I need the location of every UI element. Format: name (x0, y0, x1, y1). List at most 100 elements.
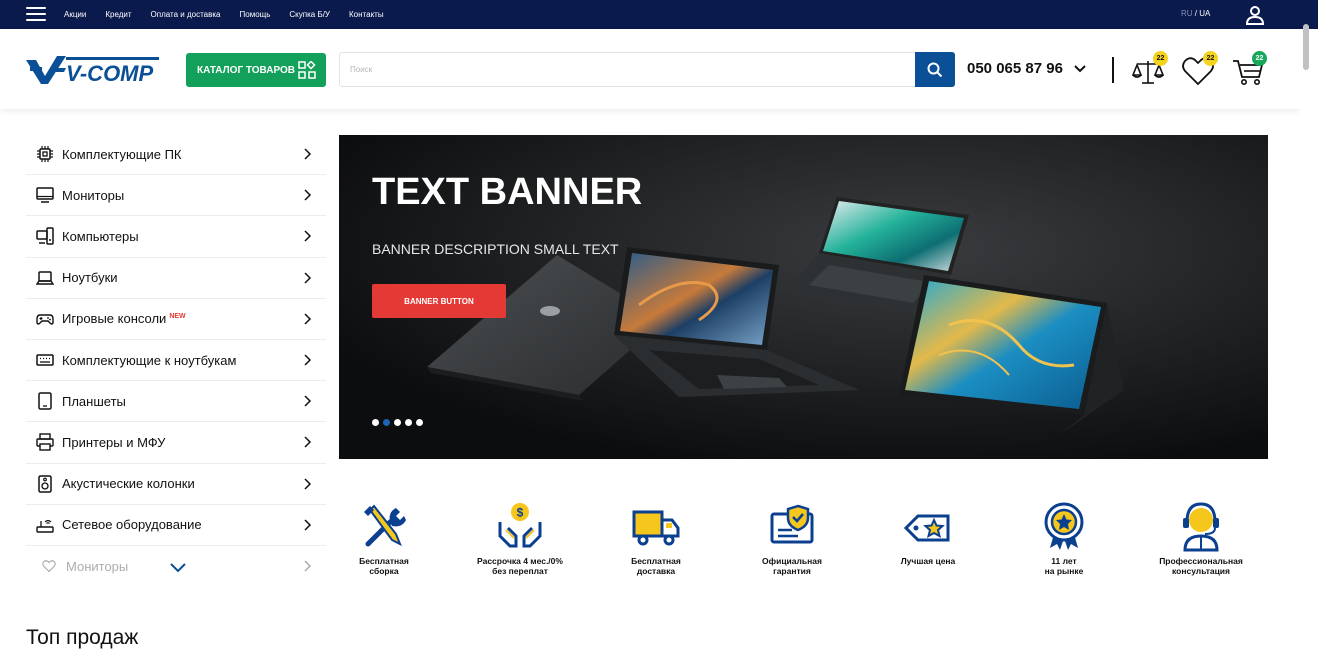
warranty-shield-icon (770, 504, 814, 544)
search-input[interactable] (339, 52, 916, 87)
top-sales-heading: Топ продаж (26, 626, 139, 649)
svg-text:$: $ (517, 506, 524, 520)
phone-number[interactable]: 050 065 87 96 (967, 60, 1063, 77)
chevron-right-icon (304, 395, 312, 407)
search-button[interactable] (915, 52, 955, 87)
feature-label: Официальная гарантия (762, 556, 822, 576)
chevron-right-icon (304, 354, 312, 366)
top-link-credit[interactable]: Кредит (105, 10, 131, 19)
chevron-right-icon (304, 519, 312, 531)
installment-icon: $ (498, 503, 542, 548)
sidebar-item-label: Мониторы (66, 558, 129, 574)
chevron-right-icon (304, 313, 312, 325)
chevron-right-icon (304, 189, 312, 201)
heart-icon (42, 560, 56, 573)
compare-count-badge: 22 (1153, 51, 1168, 66)
sidebar-item-label: Акустические колонки (62, 476, 195, 492)
top-link-contacts[interactable]: Контакты (349, 10, 384, 19)
sidebar-item-label: Сетевое оборудование (62, 517, 202, 533)
banner-description: BANNER DESCRIPTION SMALL TEXT (372, 241, 619, 257)
award-badge-icon (1044, 502, 1084, 550)
sidebar-item-label: Компьютеры (62, 228, 139, 244)
hamburger-menu-icon[interactable] (26, 6, 46, 22)
slider-dot[interactable] (394, 419, 401, 426)
scrollbar-track[interactable] (1300, 29, 1318, 652)
chevron-right-icon (304, 148, 312, 160)
monitor-icon (36, 187, 54, 203)
top-link-promotions[interactable]: Акции (64, 10, 86, 19)
slider-dot[interactable] (416, 419, 423, 426)
price-tag-icon (904, 514, 950, 542)
feature-label: Рассрочка 4 мес./0% без переплат (477, 556, 563, 576)
slider-dot[interactable] (372, 419, 379, 426)
slider-dot-active[interactable] (383, 419, 390, 426)
feature-years-on-market: 11 лет на рынке (1004, 500, 1124, 576)
site-logo[interactable]: V-COMP (26, 54, 160, 86)
feature-label: Бесплатная сборка (359, 556, 409, 576)
sidebar-item-laptop-parts[interactable]: Комплектующие к ноутбукам (26, 340, 326, 382)
feature-free-assembly: Бесплатная сборка (324, 500, 444, 576)
compare-button[interactable]: 22 (1130, 51, 1168, 89)
sidebar-item-speakers[interactable]: Акустические колонки (26, 464, 326, 505)
desktop-computer-icon (36, 227, 54, 246)
top-bar: Акции Кредит Оплата и доставка Помощь Ск… (0, 0, 1318, 29)
sidebar-item-printers[interactable]: Принтеры и МФУ (26, 422, 326, 464)
feature-label: 11 лет на рынке (1044, 556, 1084, 576)
sidebar-item-text: Игровые консоли (62, 311, 167, 327)
cart-button[interactable]: 22 (1230, 51, 1267, 89)
chevron-right-icon (304, 477, 312, 490)
sidebar-item-tablets[interactable]: Планшеты (26, 381, 326, 423)
favorites-count-badge: 22 (1203, 51, 1218, 66)
chevron-down-icon[interactable] (1073, 62, 1087, 76)
sidebar-item-label: Игровые консоли NEW (62, 311, 186, 326)
gamepad-icon (36, 314, 54, 325)
sidebar-item-pc-components[interactable]: Комплектующие ПК (26, 134, 326, 176)
feature-label: Бесплатная доставка (631, 556, 681, 576)
feature-label: Профессиональная консультация (1159, 556, 1243, 576)
cart-count-badge: 22 (1252, 51, 1267, 66)
sidebar-item-label: Принтеры и МФУ (62, 434, 166, 450)
feature-consultation: Профессиональная консультация (1141, 500, 1261, 576)
logo-text: V-COMP (66, 61, 154, 86)
main-header: V-COMP КАТАЛОГ ТОВАРОВ 050 065 87 96 (0, 29, 1300, 109)
laptop-icon (36, 270, 54, 285)
slider-dots (372, 419, 423, 426)
top-link-help[interactable]: Помощь (240, 10, 271, 19)
chevron-right-icon (304, 560, 312, 572)
tablet-icon (38, 392, 52, 410)
top-link-payment-delivery[interactable]: Оплата и доставка (151, 10, 221, 19)
tools-icon (364, 504, 406, 547)
banner-button[interactable]: BANNER BUTTON (372, 284, 506, 318)
slider-dot[interactable] (405, 419, 412, 426)
top-nav: Акции Кредит Оплата и доставка Помощь Ск… (64, 0, 384, 29)
sidebar-item-monitors[interactable]: Мониторы (26, 175, 326, 217)
sidebar-item-label: Комплектующие к ноутбукам (62, 352, 237, 368)
printer-icon (36, 433, 54, 452)
feature-free-delivery: Бесплатная доставка (596, 500, 716, 576)
scrollbar-thumb[interactable] (1303, 24, 1309, 70)
sidebar-item-game-consoles[interactable]: Игровые консоли NEW (26, 299, 326, 340)
favorites-button[interactable]: 22 (1180, 51, 1218, 89)
router-icon (36, 519, 54, 533)
category-sidebar: Комплектующие ПК Мониторы Компьютеры Ноу… (26, 134, 326, 587)
chevron-right-icon (304, 436, 312, 448)
sidebar-item-computers[interactable]: Компьютеры (26, 216, 326, 258)
feature-official-warranty: Официальная гарантия (732, 500, 852, 576)
language-switcher: RU / UA (1181, 9, 1210, 18)
lang-ru[interactable]: RU (1181, 9, 1193, 18)
sidebar-item-label: Мониторы (62, 187, 125, 203)
sidebar-item-network[interactable]: Сетевое оборудование (26, 505, 326, 546)
lang-ua[interactable]: UA (1199, 9, 1210, 18)
feature-installment: $ Рассрочка 4 мес./0% без переплат (460, 500, 580, 576)
hero-banner[interactable]: TEXT BANNER BANNER DESCRIPTION SMALL TEX… (339, 135, 1268, 459)
top-link-buyback[interactable]: Скупка Б/У (289, 10, 330, 19)
show-more-chevron-icon[interactable] (170, 563, 186, 573)
sidebar-item-laptops[interactable]: Ноутбуки (26, 258, 326, 299)
sidebar-item-label: Ноутбуки (62, 270, 118, 286)
catalog-button[interactable]: КАТАЛОГ ТОВАРОВ (186, 53, 326, 87)
user-account-icon[interactable] (1244, 5, 1266, 25)
chevron-right-icon (304, 230, 312, 242)
catalog-grid-icon (298, 61, 316, 79)
sidebar-item-label: Комплектующие ПК (62, 146, 182, 162)
new-badge: NEW (169, 313, 186, 321)
